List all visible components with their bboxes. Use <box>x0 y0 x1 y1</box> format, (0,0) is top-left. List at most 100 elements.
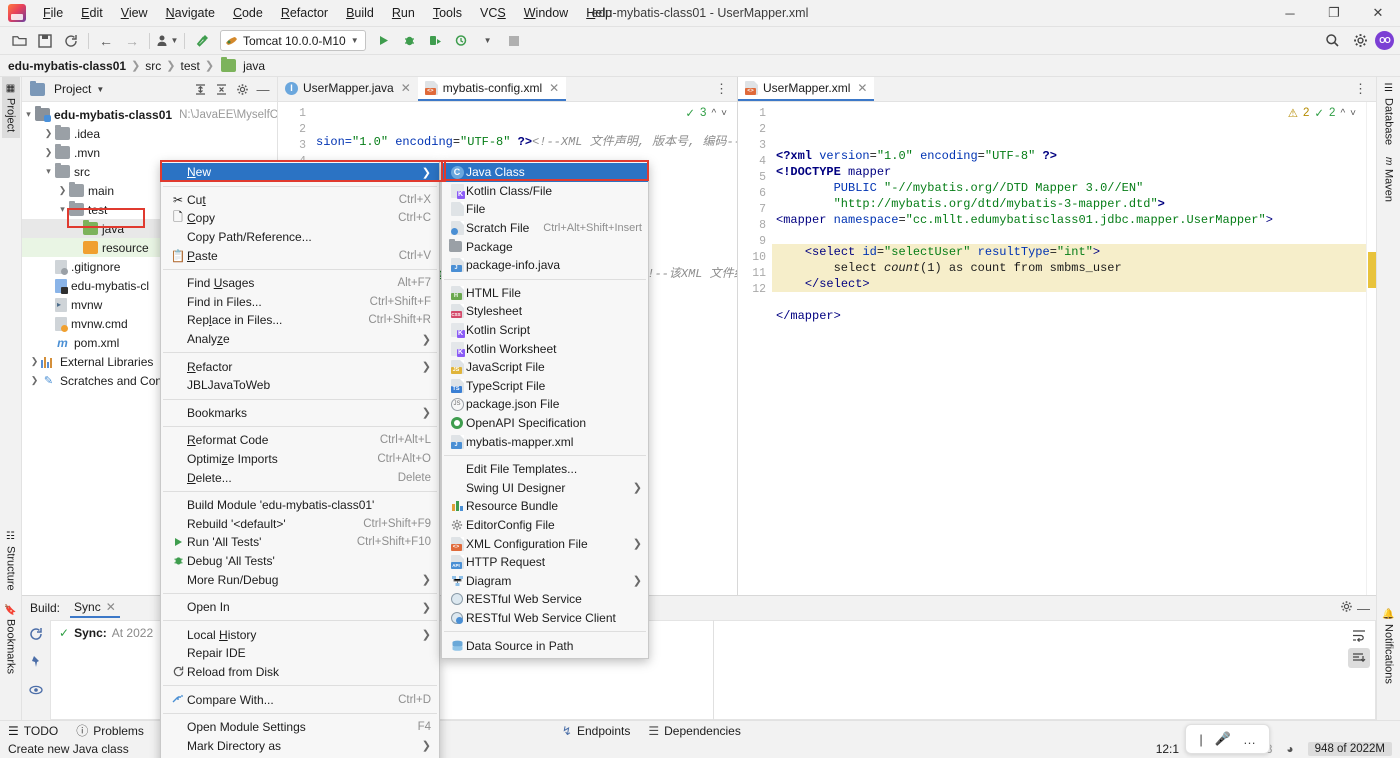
chevron-down-icon[interactable]: ▾ <box>56 204 69 215</box>
context-menu-item-local-history[interactable]: Local History ❯ <box>161 625 439 644</box>
chevron-right-icon[interactable]: ❯ <box>56 185 69 196</box>
menu-refactor[interactable]: Refactor <box>272 2 337 24</box>
context-menu-item-reload-from-disk[interactable]: Reload from Disk <box>161 663 439 682</box>
close-icon[interactable]: ✕ <box>857 81 867 95</box>
context-menu-item-delete[interactable]: Delete... Delete <box>161 468 439 487</box>
context-menu-item-find-usages[interactable]: Find Usages Alt+F7 <box>161 274 439 293</box>
menu-edit[interactable]: Edit <box>72 2 112 24</box>
sidebar-item-database[interactable]: ☰ Database <box>1380 77 1398 151</box>
save-icon[interactable] <box>32 29 58 53</box>
sidebar-item-bookmarks[interactable]: 🔖 Bookmarks <box>2 597 20 680</box>
debug-icon[interactable] <box>397 29 423 53</box>
submenu-item-xml-configuration-file[interactable]: <> XML Configuration File ❯ <box>442 534 648 553</box>
submenu-item-restful-web-service[interactable]: RESTful Web Service <box>442 590 648 609</box>
context-menu-item-more-run-debug[interactable]: More Run/Debug ❯ <box>161 570 439 589</box>
breadcrumb-item-java[interactable]: java <box>243 59 265 73</box>
submenu-item-stylesheet[interactable]: CSS Stylesheet <box>442 302 648 321</box>
open-folder-icon[interactable] <box>6 29 32 53</box>
submenu-item-resource-bundle[interactable]: Resource Bundle <box>442 497 648 516</box>
tree-row-project[interactable]: ▾ edu-mybatis-class01 N:\JavaEE\MyselfCo… <box>22 105 277 124</box>
submenu-item-swing-ui-designer[interactable]: Swing UI Designer ❯ <box>442 479 648 498</box>
run-with-coverage-icon[interactable] <box>423 29 449 53</box>
chevron-up-icon[interactable]: ^ <box>1340 108 1345 119</box>
context-menu[interactable]: New ❯ ✂ Cut Ctrl+X 🗋 Copy Ctrl+C Copy Pa… <box>160 161 440 758</box>
chevron-right-icon[interactable]: ❯ <box>42 147 55 158</box>
sync-icon[interactable] <box>58 29 84 53</box>
submenu-item-edit-file-templates[interactable]: Edit File Templates... <box>442 460 648 479</box>
close-icon[interactable]: ✕ <box>549 81 559 95</box>
context-menu-item-repair-ide[interactable]: Repair IDE <box>161 644 439 663</box>
context-menu-item-refactor[interactable]: Refactor ❯ <box>161 357 439 376</box>
collapse-all-icon[interactable] <box>211 80 231 99</box>
context-menu-item-build-module[interactable]: Build Module 'edu-mybatis-class01' <box>161 496 439 515</box>
submenu-item-kotlin-worksheet[interactable]: Kotlin Worksheet <box>442 339 648 358</box>
forward-arrow-icon[interactable]: → <box>119 29 145 53</box>
tab-mybatis-config-xml[interactable]: <> mybatis-config.xml ✕ <box>417 77 567 101</box>
submenu-item-package-info-java[interactable]: J package-info.java <box>442 256 648 275</box>
sidebar-item-project[interactable]: ▦ Project <box>1 77 20 139</box>
chevron-up-icon[interactable]: ^ <box>711 108 716 119</box>
tree-row-mvn[interactable]: ❯ .mvn <box>22 143 277 162</box>
expand-all-icon[interactable] <box>190 80 210 99</box>
more-icon[interactable]: … <box>1243 732 1256 747</box>
refresh-icon[interactable] <box>26 624 46 644</box>
close-icon[interactable]: ✕ <box>106 600 116 614</box>
hide-panel-icon[interactable]: — <box>253 80 273 99</box>
status-item-endpoints[interactable]: ↯ Endpoints <box>562 724 630 738</box>
tab-sync[interactable]: Sync ✕ <box>70 598 120 618</box>
submenu-item-java-class[interactable]: C Java Class <box>442 163 648 182</box>
breadcrumb-item-project[interactable]: edu-mybatis-class01 <box>8 59 126 73</box>
context-menu-item-copy[interactable]: 🗋 Copy Ctrl+C <box>161 209 439 228</box>
tab-usermapper-java[interactable]: I UserMapper.java ✕ <box>278 77 418 101</box>
profiler-icon[interactable] <box>449 29 475 53</box>
context-menu-item-find-in-files[interactable]: Find in Files... Ctrl+Shift+F <box>161 293 439 312</box>
submenu-item-data-source-in-path[interactable]: Data Source in Path <box>442 636 648 655</box>
submenu-item-kotlin-class-file[interactable]: Kotlin Class/File <box>442 182 648 201</box>
chevron-right-icon[interactable]: ❯ <box>28 356 41 367</box>
context-menu-item-bookmarks[interactable]: Bookmarks ❯ <box>161 404 439 423</box>
menu-file[interactable]: FFileile <box>34 2 72 24</box>
tab-usermapper-xml[interactable]: <> UserMapper.xml ✕ <box>738 77 875 101</box>
pin-icon[interactable] <box>26 652 46 672</box>
context-menu-item-open-in[interactable]: Open In ❯ <box>161 598 439 617</box>
gear-icon[interactable] <box>1340 600 1353 616</box>
sidebar-item-maven[interactable]: m Maven <box>1380 151 1398 208</box>
run-icon[interactable] <box>371 29 397 53</box>
context-menu-item-replace-in-files[interactable]: Replace in Files... Ctrl+Shift+R <box>161 311 439 330</box>
context-menu-item-cut[interactable]: ✂ Cut Ctrl+X <box>161 191 439 210</box>
submenu-item-javascript-file[interactable]: JS JavaScript File <box>442 358 648 377</box>
context-menu-item-run-all-tests[interactable]: Run 'All Tests' Ctrl+Shift+F10 <box>161 533 439 552</box>
text-cursor-icon[interactable]: | <box>1199 732 1202 747</box>
submenu-item-openapi-specification[interactable]: OpenAPI Specification <box>442 414 648 433</box>
submenu-item-editorconfig-file[interactable]: EditorConfig File <box>442 516 648 535</box>
menu-vcs[interactable]: VCS <box>471 2 515 24</box>
submenu-item-diagram[interactable]: Diagram ❯ <box>442 571 648 590</box>
status-item-problems[interactable]: ⓘ Problems <box>76 722 144 739</box>
chevron-down-icon[interactable]: ˅ <box>1350 108 1356 119</box>
context-menu-item-reformat-code[interactable]: Reformat Code Ctrl+Alt+L <box>161 431 439 450</box>
status-item-dependencies[interactable]: ☰ Dependencies <box>648 724 741 738</box>
submenu-item-scratch-file[interactable]: Scratch File Ctrl+Alt+Shift+Insert <box>442 219 648 238</box>
run-configuration-selector[interactable]: Tomcat 10.0.0-M10 ▼ <box>220 30 366 51</box>
context-menu-item-copy-path[interactable]: Copy Path/Reference... <box>161 228 439 247</box>
soft-wrap-icon[interactable] <box>1348 625 1370 645</box>
search-icon[interactable] <box>1319 29 1345 53</box>
submenu-item-kotlin-script[interactable]: Kotlin Script <box>442 321 648 340</box>
back-arrow-icon[interactable]: ← <box>93 29 119 53</box>
submenu-item-html-file[interactable]: H HTML File <box>442 284 648 303</box>
sidebar-item-notifications[interactable]: 🔔 Notifications <box>1380 602 1398 690</box>
inspection-icon[interactable]: ◕ <box>1286 742 1293 756</box>
close-button[interactable]: ✕ <box>1356 0 1400 26</box>
scroll-to-end-icon[interactable] <box>1348 648 1370 668</box>
menu-help[interactable]: Help <box>577 2 621 24</box>
submenu-item-http-request[interactable]: API HTTP Request <box>442 553 648 572</box>
new-submenu[interactable]: C Java Class Kotlin Class/File File Scra… <box>441 161 649 659</box>
microphone-icon[interactable]: 🎤 <box>1215 731 1231 747</box>
eye-icon[interactable] <box>26 680 46 700</box>
menu-build[interactable]: Build <box>337 2 383 24</box>
minimize-icon[interactable]: — <box>1357 601 1370 616</box>
menu-window[interactable]: Window <box>515 2 577 24</box>
chevron-down-icon[interactable]: ▾ <box>22 109 35 120</box>
hammer-icon[interactable] <box>189 29 215 53</box>
more-options-icon[interactable]: ⋮ <box>707 77 737 101</box>
